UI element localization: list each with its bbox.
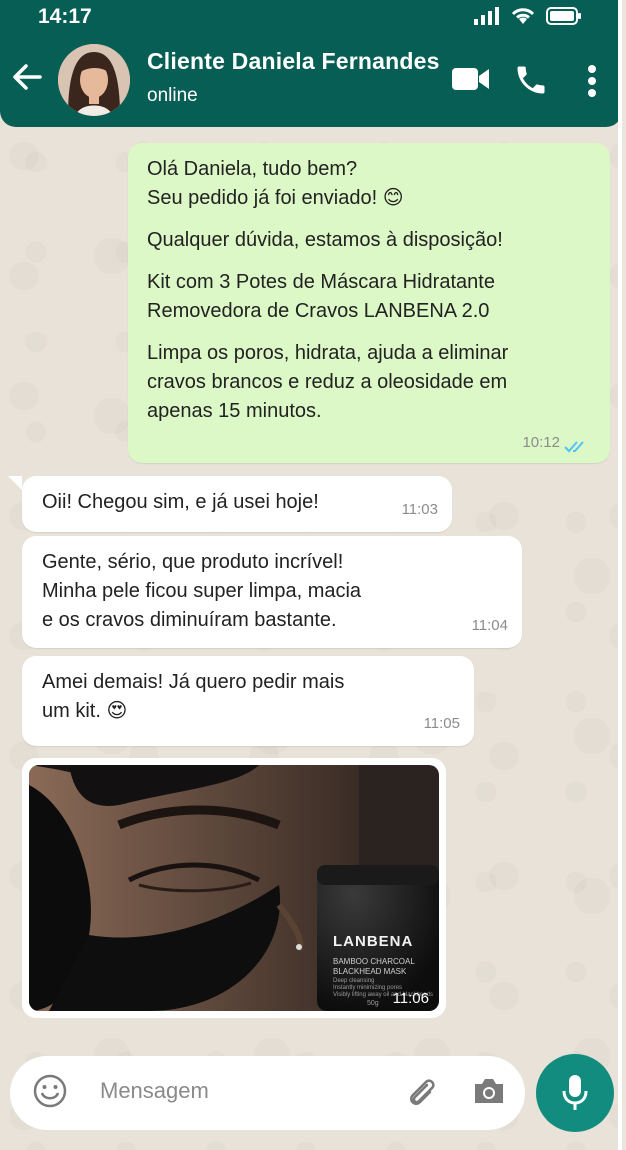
product-line2-label: BLACKHEAD MASK bbox=[333, 967, 407, 976]
attach-icon[interactable] bbox=[405, 1075, 439, 1111]
message-bubble-incoming[interactable]: Amei demais! Já quero pedir mais um kit.… bbox=[22, 656, 474, 746]
message-time: 11:06 bbox=[392, 990, 429, 1007]
message-bubble-incoming[interactable]: Oii! Chegou sim, e já usei hoje! 11:03 bbox=[22, 476, 452, 532]
image-message[interactable]: LANBENA BAMBOO CHARCOAL BLACKHEAD MASK D… bbox=[22, 758, 446, 1018]
shared-photo[interactable]: LANBENA BAMBOO CHARCOAL BLACKHEAD MASK D… bbox=[29, 765, 439, 1011]
screen-edge bbox=[618, 0, 622, 1150]
message-time: 11:05 bbox=[423, 715, 460, 732]
status-time: 14:17 bbox=[38, 5, 92, 28]
message-line: Removedora de Cravos LANBENA 2.0 bbox=[147, 300, 490, 322]
bubble-tail bbox=[8, 476, 22, 490]
message-bubble-incoming[interactable]: Gente, sério, que produto incrível! Minh… bbox=[22, 536, 522, 648]
avatar-photo bbox=[58, 44, 130, 116]
message-line: Seu pedido já foi enviado! 😊 bbox=[147, 187, 404, 209]
message-line: Qualquer dúvida, estamos à disposição! bbox=[147, 229, 503, 251]
message-input-bar: Mensagem bbox=[10, 1056, 525, 1130]
contact-name[interactable]: Cliente Daniela Fernandes bbox=[147, 48, 440, 75]
phone-call-icon[interactable] bbox=[513, 62, 549, 98]
message-time: 10:12 bbox=[522, 434, 560, 451]
message-time: 11:03 bbox=[401, 501, 438, 518]
read-ticks-icon bbox=[564, 441, 584, 453]
message-line: um kit. 😍 bbox=[42, 700, 128, 722]
product-brand-label: LANBENA bbox=[333, 933, 414, 950]
chat-header: 14:17 Cliente Daniela Fernandes online bbox=[0, 0, 622, 127]
contact-status: online bbox=[147, 85, 198, 106]
emoji-icon[interactable] bbox=[32, 1073, 68, 1109]
wifi-icon bbox=[511, 8, 535, 24]
signal-icon bbox=[474, 7, 499, 25]
message-line: e os cravos diminuíram bastante. bbox=[42, 609, 337, 631]
camera-icon[interactable] bbox=[472, 1076, 506, 1106]
message-line: Amei demais! Já quero pedir mais bbox=[42, 671, 345, 693]
message-line: Kit com 3 Potes de Máscara Hidratante bbox=[147, 271, 495, 293]
message-input[interactable]: Mensagem bbox=[100, 1078, 209, 1104]
mic-button[interactable] bbox=[536, 1054, 614, 1132]
message-line: cravos brancos e reduz a oleosidade em bbox=[147, 371, 508, 393]
message-time: 11:04 bbox=[471, 617, 508, 634]
back-arrow-icon[interactable] bbox=[10, 60, 44, 94]
product-weight: 50g bbox=[367, 1000, 379, 1007]
microphone-icon bbox=[562, 1075, 588, 1110]
battery-icon bbox=[546, 7, 581, 25]
status-icons bbox=[474, 6, 582, 26]
product-small-text: Deep cleansing bbox=[333, 978, 375, 984]
chat-screen: 14:17 Cliente Daniela Fernandes online O… bbox=[0, 0, 622, 1150]
message-line: Olá Daniela, tudo bem? bbox=[147, 158, 358, 180]
message-line: Oii! Chegou sim, e já usei hoje! bbox=[42, 491, 319, 513]
more-options-icon[interactable] bbox=[586, 64, 598, 98]
message-bubble-outgoing[interactable]: Olá Daniela, tudo bem? Seu pedido já foi… bbox=[128, 143, 610, 463]
product-line1-label: BAMBOO CHARCOAL bbox=[333, 957, 415, 966]
contact-avatar[interactable] bbox=[58, 44, 130, 116]
message-line: Minha pele ficou super limpa, macia bbox=[42, 580, 362, 602]
video-call-icon[interactable] bbox=[452, 66, 490, 92]
message-line: Limpa os poros, hidrata, ajuda a elimina… bbox=[147, 342, 509, 364]
message-line: apenas 15 minutos. bbox=[147, 400, 322, 422]
message-line: Gente, sério, que produto incrível! bbox=[42, 551, 344, 573]
